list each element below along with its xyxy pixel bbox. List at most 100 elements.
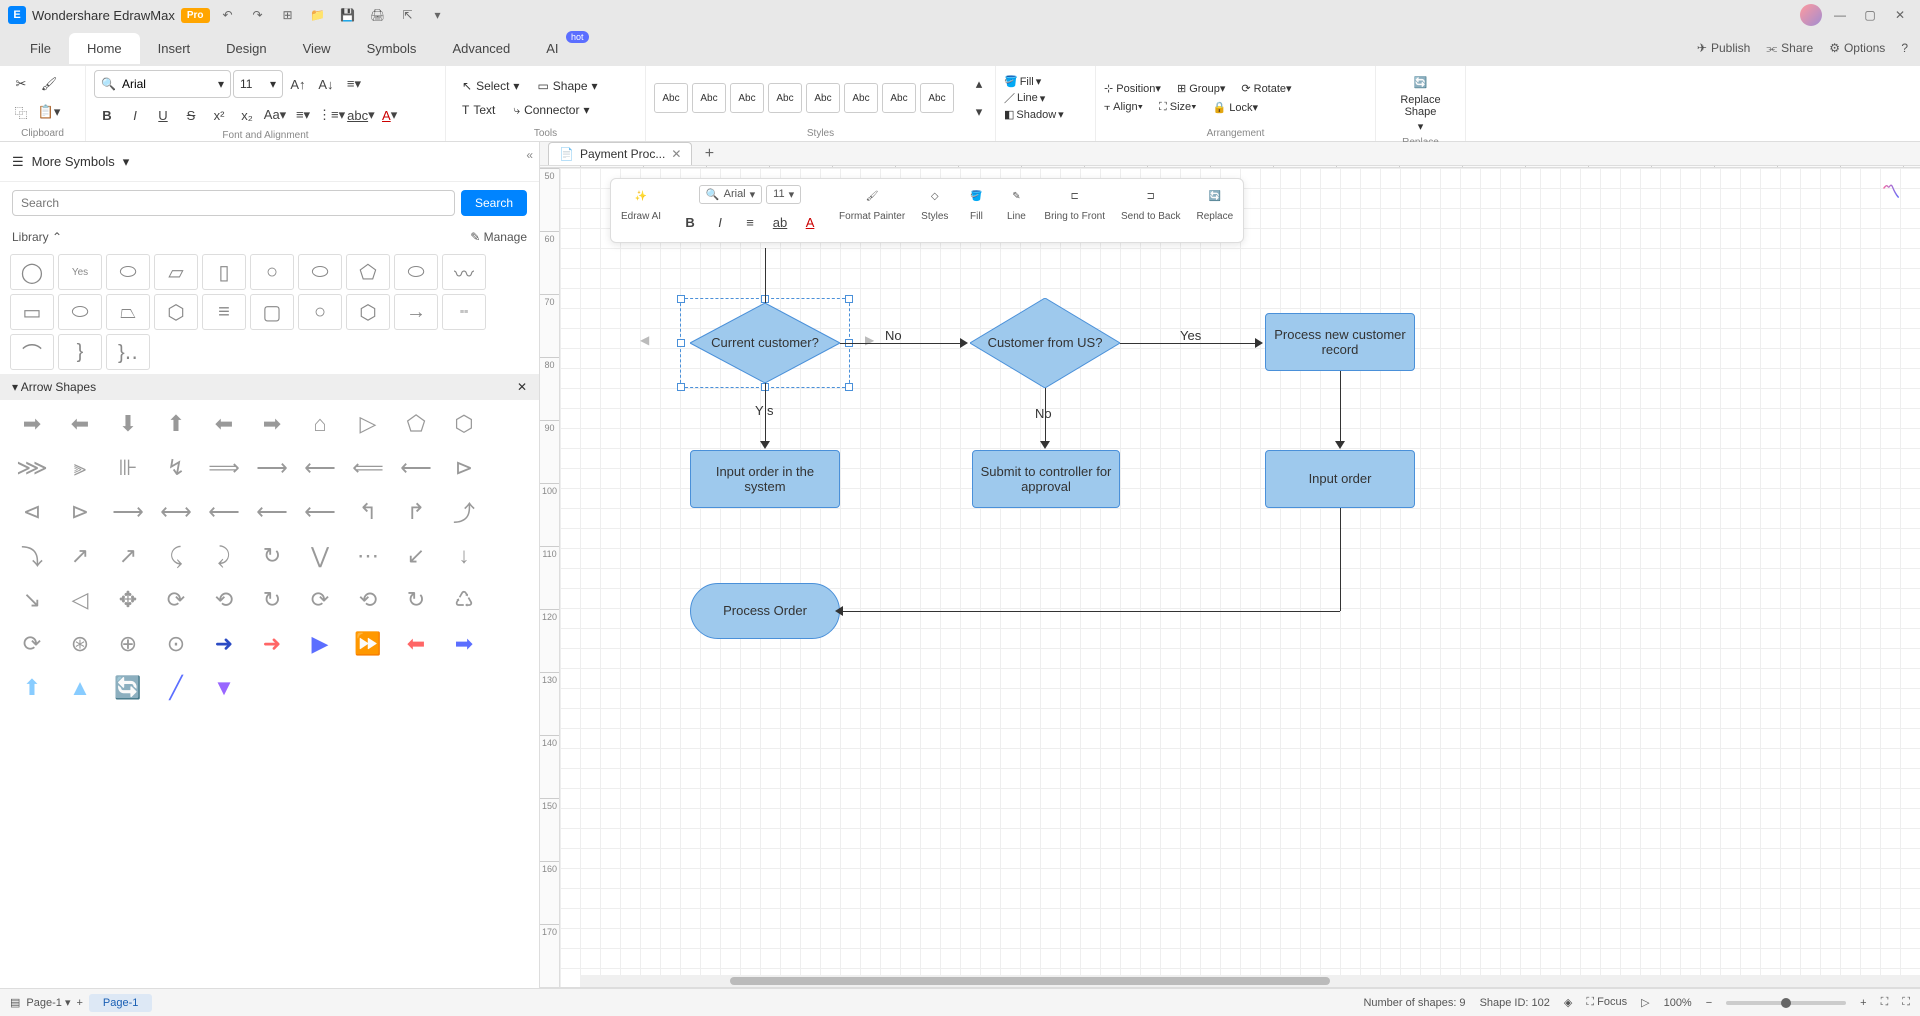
color-swatch[interactable] [955,987,967,988]
shape-hex[interactable]: ⬡ [154,294,198,330]
line-spacing-button[interactable]: ≡▾ [290,102,316,128]
arrow-shape[interactable]: ⟷ [154,492,198,532]
float-line[interactable]: ✎Line [1000,185,1032,222]
fit-page-icon[interactable]: ⛶ [1881,996,1889,1009]
arrow-shapes-header[interactable]: ▾ Arrow Shapes [12,380,96,394]
color-swatch[interactable] [1046,987,1058,988]
cut-button[interactable]: ✂ [8,71,34,97]
color-swatch[interactable] [1228,987,1240,988]
redo-button[interactable]: ↷ [246,3,270,27]
shadow-button[interactable]: ◧ Shadow ▾ [1004,108,1064,121]
arrow-shape[interactable]: ▷ [346,404,390,444]
color-swatch[interactable] [1293,987,1305,988]
shape-process-order[interactable]: Process Order [690,583,840,639]
color-swatch[interactable] [1358,987,1370,988]
document-tab[interactable]: 📄 Payment Proc... ✕ [548,142,692,165]
collapse-panel-button[interactable]: « [526,148,533,162]
color-swatch[interactable] [1085,987,1097,988]
arrow-shape[interactable]: ⊕ [106,624,150,664]
shape-rounded[interactable]: ⬭ [58,294,102,330]
page-list-icon[interactable]: ▤ [10,996,20,1009]
shape-cyl2[interactable]: ⬭ [298,254,342,290]
color-swatch[interactable] [916,987,928,988]
page-tab[interactable]: Page-1 [89,994,152,1012]
style-gallery[interactable]: Abc Abc Abc Abc Abc Abc Abc Abc [654,83,954,113]
color-swatch[interactable] [1098,987,1110,988]
underline-button[interactable]: U [150,102,176,128]
minimize-button[interactable]: — [1828,3,1852,27]
shape-yes[interactable]: Yes [58,254,102,290]
group-button[interactable]: ⊞ Group▾ [1177,82,1225,95]
arrow-shape[interactable]: ⬡ [442,404,486,444]
arrow-shape[interactable]: ▼ [202,668,246,708]
color-swatch[interactable] [1306,987,1318,988]
arrow-shape[interactable]: ⬅ [202,404,246,444]
arrow-shape[interactable]: ➡ [442,624,486,664]
arrow-shape[interactable]: ⋙ [10,448,54,488]
color-swatch[interactable] [1189,987,1201,988]
connector-tool[interactable]: ⤷ Connector ▾ [505,99,597,122]
color-swatch[interactable] [1215,987,1227,988]
shape-card[interactable]: ▱ [154,254,198,290]
color-swatch[interactable] [1553,987,1565,988]
arrow-shape[interactable]: ⟵ [202,492,246,532]
color-swatch[interactable] [1488,987,1500,988]
publish-button[interactable]: ✈ Publish [1697,41,1750,55]
color-swatch[interactable] [747,987,759,988]
arrow-shape[interactable]: ➜ [202,624,246,664]
shape-frame[interactable]: ▯ [202,254,246,290]
color-swatch[interactable] [1579,987,1591,988]
more-symbols-header[interactable]: ☰ More Symbols ▾ [0,142,539,182]
color-swatch[interactable] [1319,987,1331,988]
shape-tag[interactable]: ⬠ [346,254,390,290]
menu-symbols[interactable]: Symbols [349,33,435,64]
color-swatch[interactable] [734,987,746,988]
arrow-shape[interactable]: ⤵ [10,536,54,576]
float-styles[interactable]: ◇Styles [917,185,952,222]
color-swatch[interactable] [1033,987,1045,988]
arrow-shape[interactable]: ⬅ [394,624,438,664]
color-swatch[interactable] [1163,987,1175,988]
bullets-button[interactable]: ⋮≡▾ [318,102,345,128]
arrow-shape[interactable]: ⊙ [154,624,198,664]
color-swatch[interactable] [1059,987,1071,988]
symbol-search-button[interactable]: Search [461,190,527,216]
color-swatch[interactable] [942,987,954,988]
nav-left-icon[interactable]: ◀ [640,333,649,347]
focus-button[interactable]: ⛶ Focus [1586,996,1627,1009]
scrollbar-horizontal[interactable] [580,975,1920,987]
copy-button[interactable]: ⿻ [8,99,34,125]
shape-circle[interactable]: ○ [250,254,294,290]
case-button[interactable]: Aa▾ [262,102,288,128]
rotate-button[interactable]: ⟳ Rotate▾ [1241,82,1291,95]
color-swatch[interactable] [864,987,876,988]
style-preset[interactable]: Abc [920,83,954,113]
color-swatch[interactable] [1267,987,1279,988]
style-preset[interactable]: Abc [768,83,802,113]
color-swatch[interactable] [1072,987,1084,988]
export-button[interactable]: ⇱ [396,3,420,27]
arrow-shape[interactable]: ➡ [250,404,294,444]
shape-arrow[interactable]: → [394,294,438,330]
arrow-shape[interactable]: ⌂ [298,404,342,444]
shape-shield[interactable]: ⬡ [346,294,390,330]
arrow-shape[interactable]: ⟳ [154,580,198,620]
arrow-shape[interactable]: ↙ [394,536,438,576]
shape-display[interactable]: ⬭ [394,254,438,290]
zoom-in-button[interactable]: + [1860,997,1866,1009]
arrow-shape[interactable]: ⟵ [298,448,342,488]
options-button[interactable]: ⚙ Options [1829,41,1885,55]
arrow-shape[interactable]: ⤸ [202,536,246,576]
align-button[interactable]: ≡▾ [341,71,367,97]
line-button[interactable]: ／ Line ▾ [1004,90,1064,106]
color-swatch[interactable] [825,987,837,988]
color-swatch[interactable] [669,987,681,988]
float-font-select[interactable]: 🔍 Arial ▾ [699,185,762,204]
maximize-button[interactable]: ▢ [1858,3,1882,27]
color-swatch[interactable] [851,987,863,988]
float-italic[interactable]: I [707,210,733,236]
color-swatch[interactable] [695,987,707,988]
arrow-shape[interactable]: ⟶ [106,492,150,532]
color-swatch[interactable] [1605,987,1617,988]
color-swatch[interactable] [1384,987,1396,988]
